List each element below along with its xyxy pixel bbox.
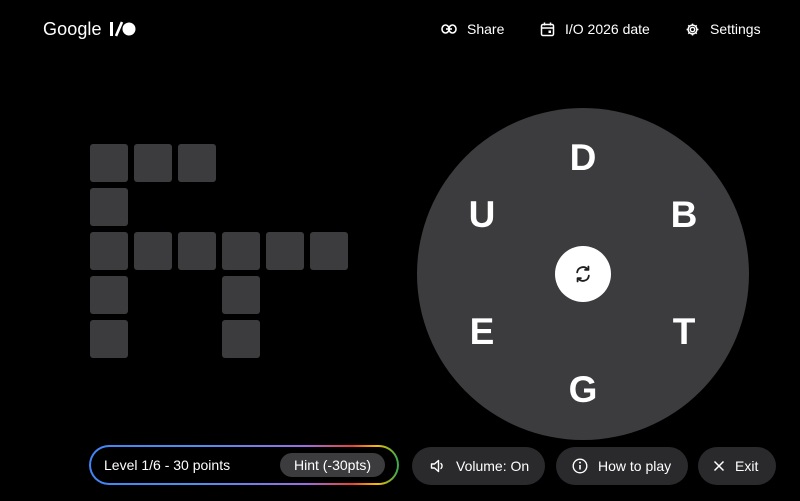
letter-tile [90,144,128,182]
letter-tile [90,188,128,226]
shuffle-button[interactable] [555,246,611,302]
letter-tile [90,232,128,270]
crossword-board [90,144,350,360]
letter-tile [178,232,216,270]
letter-wheel[interactable]: D B T G E U [417,108,749,440]
gear-icon [686,23,699,35]
calendar-icon [540,22,555,36]
wheel-letter[interactable]: T [664,312,704,352]
wheel-letter[interactable]: U [462,195,502,235]
wheel-letter[interactable]: E [462,312,502,352]
exit-label: Exit [735,458,759,474]
share-button[interactable]: Share [441,18,504,40]
how-to-play-button[interactable]: How to play [556,447,688,485]
info-icon [572,458,588,474]
hint-button[interactable]: Hint (-30pts) [279,453,385,477]
io-date-label: I/O 2026 date [565,21,650,37]
letter-tile [266,232,304,270]
io-logo-icon [109,21,136,37]
letter-tile [90,276,128,314]
share-label: Share [467,21,505,37]
shuffle-icon [576,265,590,283]
settings-label: Settings [710,21,761,37]
google-io-logo: Google [43,18,136,40]
volume-label: Volume: On [456,458,530,474]
how-to-play-label: How to play [598,458,672,474]
close-icon [713,460,725,472]
letter-tile [178,144,216,182]
wheel-letter[interactable]: G [563,370,603,410]
settings-button[interactable]: Settings [685,18,761,40]
letter-tile [222,276,260,314]
letter-tile [222,320,260,358]
letter-tile [310,232,348,270]
letter-tile [134,144,172,182]
volume-button[interactable]: Volume: On [412,447,545,485]
io-date-button[interactable]: I/O 2026 date [540,18,650,40]
volume-icon [430,459,443,473]
level-label: Level 1/6 - 30 points [104,457,231,473]
wheel-letter[interactable]: B [664,195,704,235]
level-status: Level 1/6 - 30 points Hint (-30pts) [89,445,399,485]
level-status-inner: Level 1/6 - 30 points Hint (-30pts) [91,447,397,483]
letter-tile [222,232,260,270]
wheel-letter[interactable]: D [563,138,603,178]
link-icon [441,24,457,34]
exit-button[interactable]: Exit [698,447,776,485]
letter-tile [134,232,172,270]
letter-tile [90,320,128,358]
logo-text: Google [43,18,102,39]
